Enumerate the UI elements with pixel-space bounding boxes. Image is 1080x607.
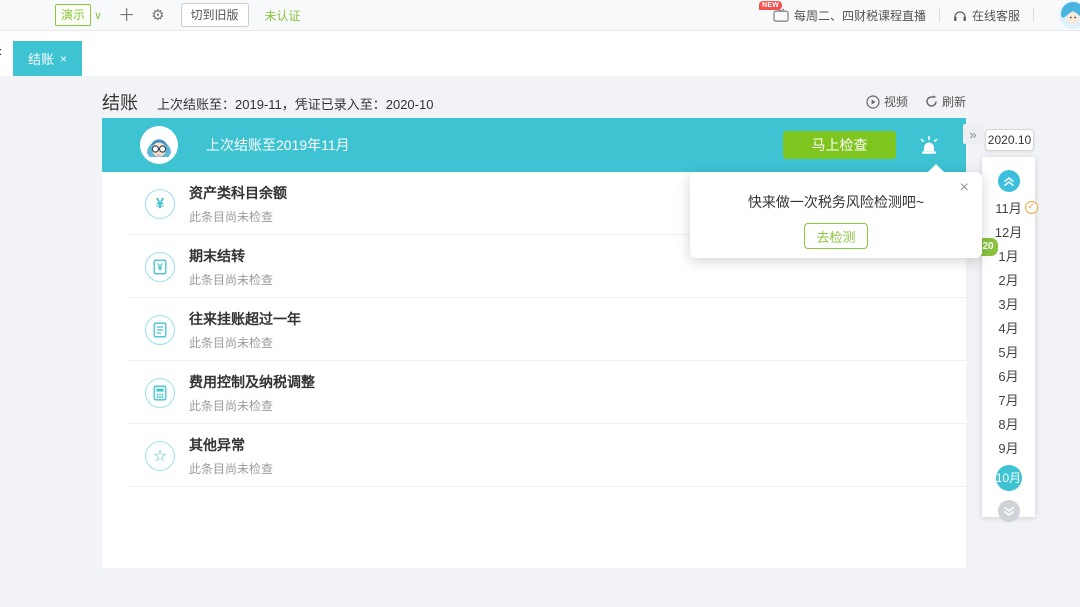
add-icon[interactable]: ＋ <box>118 7 135 24</box>
checklist-item-status: 此条目尚未检查 <box>189 460 273 477</box>
month-item-jun[interactable]: 6月 <box>998 369 1018 384</box>
refresh-button[interactable]: 刷新 <box>925 93 966 110</box>
online-support-label: 在线客服 <box>972 7 1020 24</box>
checklist-item-status: 此条目尚未检查 <box>189 208 287 225</box>
checklist-item-other-anomalies[interactable]: ☆ 其他异常 此条目尚未检查 <box>102 424 966 487</box>
scroll-down-icon[interactable] <box>998 500 1020 522</box>
checklist-item-title: 资产类科目余额 <box>189 183 287 203</box>
gear-icon[interactable]: ⚙ <box>151 8 164 23</box>
month-item-feb[interactable]: 2月 <box>998 273 1018 288</box>
yen-icon: ¥ <box>145 189 175 219</box>
popup-close-icon[interactable]: × <box>960 180 969 196</box>
month-item-may[interactable]: 5月 <box>998 345 1018 360</box>
checked-badge-icon: ✓ <box>1025 201 1038 214</box>
tab-closing[interactable]: 结账 × <box>13 41 82 76</box>
popup-message: 快来做一次税务风险检测吧~ <box>690 172 982 212</box>
tab-close-icon[interactable]: × <box>60 52 67 66</box>
tab-label: 结账 <box>28 49 54 68</box>
play-circle-icon <box>866 95 880 109</box>
month-item-apr[interactable]: 4月 <box>998 321 1018 336</box>
checklist-item-pending-over-one-year[interactable]: 往来挂账超过一年 此条目尚未检查 <box>102 298 966 361</box>
checklist-item-expense-tax-adjustment[interactable]: 费用控制及纳税调整 此条目尚未检查 <box>102 361 966 424</box>
closing-period-summary: 上次结账至：2019-11，凭证已录入至：2020-10 <box>157 94 433 113</box>
siren-alert-icon[interactable] <box>918 135 940 155</box>
tv-icon <box>773 8 789 22</box>
headset-icon <box>953 9 967 22</box>
month-item-sep[interactable]: 9月 <box>998 441 1018 456</box>
collapse-handle-icon[interactable]: » <box>963 124 983 144</box>
tax-risk-popup: × 快来做一次税务风险检测吧~ 去检测 <box>690 172 982 258</box>
checklist-item-status: 此条目尚未检查 <box>189 397 315 414</box>
divider <box>1033 8 1034 22</box>
month-item-aug[interactable]: 8月 <box>998 417 1018 432</box>
star-icon: ☆ <box>145 441 175 471</box>
checklist-item-title: 其他异常 <box>189 435 273 455</box>
svg-text:¥: ¥ <box>157 262 163 273</box>
tab-scroll-left-icon[interactable]: ‹ <box>0 43 2 61</box>
document-icon <box>145 315 175 345</box>
checklist-item-title: 费用控制及纳税调整 <box>189 372 315 392</box>
page-title: 结账 <box>102 89 138 115</box>
check-now-button[interactable]: 马上检查 <box>783 131 896 159</box>
month-item-mar[interactable]: 3月 <box>998 297 1018 312</box>
account-mode-dropdown[interactable]: 演示 ∨ <box>55 4 102 26</box>
chevron-down-icon: ∨ <box>94 9 102 22</box>
online-support-link[interactable]: 在线客服 <box>953 7 1020 24</box>
month-item-nov[interactable]: 11月 ✓ <box>995 201 1022 216</box>
current-period-box[interactable]: 2020.10 <box>985 129 1034 151</box>
demo-mode-badge[interactable]: 演示 <box>55 4 91 26</box>
refresh-icon <box>925 95 938 108</box>
checklist-item-status: 此条目尚未检查 <box>189 334 301 351</box>
video-label: 视频 <box>884 93 908 110</box>
month-item-oct-active[interactable]: 10月 <box>996 465 1022 491</box>
checklist-item-status: 此条目尚未检查 <box>189 271 273 288</box>
month-item-jul[interactable]: 7月 <box>998 393 1018 408</box>
month-timeline: 11月 ✓ 12月 2020 1月 2月 3月 4月 5月 6月 7月 8月 9… <box>982 157 1035 517</box>
checklist-item-title: 往来挂账超过一年 <box>189 309 301 329</box>
banner-message: 上次结账至2019年11月 <box>206 135 350 155</box>
topbar: 演示 ∨ ＋ ⚙ 切到旧版 未认证 NEW 每周二、四财税课程直播 在线客服 <box>0 0 1080 31</box>
calculator-icon <box>145 378 175 408</box>
scroll-up-icon[interactable] <box>998 170 1020 192</box>
tab-bar: ‹ 结账 × <box>0 31 1080 76</box>
user-avatar[interactable] <box>1059 1 1080 29</box>
live-course-link[interactable]: NEW 每周二、四财税课程直播 <box>773 7 926 24</box>
month-item-dec[interactable]: 12月 <box>995 225 1022 240</box>
month-item-jan[interactable]: 2020 1月 <box>998 249 1018 264</box>
checklist-item-title: 期末结转 <box>189 246 273 266</box>
refresh-label: 刷新 <box>942 93 966 110</box>
go-detect-button[interactable]: 去检测 <box>804 223 868 249</box>
video-button[interactable]: 视频 <box>866 93 908 110</box>
live-course-label: 每周二、四财税课程直播 <box>794 7 926 24</box>
switch-old-version-button[interactable]: 切到旧版 <box>181 3 249 27</box>
new-badge: NEW <box>759 1 782 10</box>
mascot-avatar <box>140 126 178 164</box>
closing-banner: 上次结账至2019年11月 马上检查 <box>102 118 966 172</box>
uncertified-status[interactable]: 未认证 <box>265 7 301 24</box>
divider <box>939 8 940 22</box>
yen-document-icon: ¥ <box>145 252 175 282</box>
popup-arrow <box>928 164 944 172</box>
